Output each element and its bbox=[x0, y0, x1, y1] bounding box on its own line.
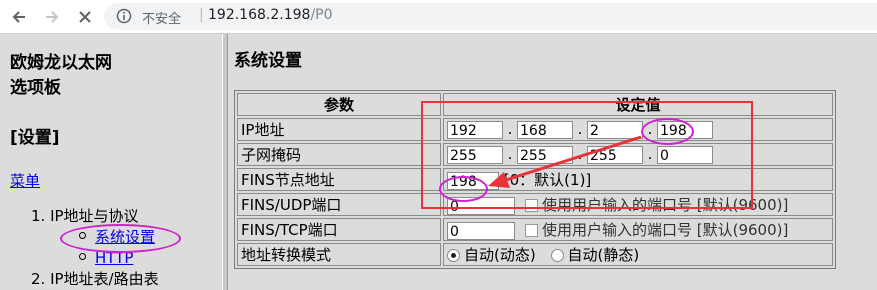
fins-udp-user-port-checkbox[interactable] bbox=[525, 199, 538, 212]
forward-arrow-icon[interactable] bbox=[39, 4, 65, 30]
ip-octet-3-input[interactable]: 2 bbox=[587, 120, 643, 139]
fins-tcp-label: FINS/TCP端口 bbox=[237, 218, 441, 241]
fins-tcp-port-input[interactable]: 0 bbox=[447, 221, 515, 240]
url-host: 192.168.2.198 bbox=[208, 7, 311, 23]
menu-list: 1. IP地址与协议 系统设置 HTTP 2. IP地址表/路由表 bbox=[31, 206, 159, 290]
menu-link[interactable]: 菜单 bbox=[10, 170, 40, 191]
fins-node-value-cell: 198 [0：默认(1)] bbox=[443, 168, 833, 191]
url-path: /P0 bbox=[310, 7, 333, 23]
fins-tcp-value-cell: 0 使用用户输入的端口号 [默认(9600)] bbox=[443, 218, 833, 241]
panel-title: 欧姆龙以太网 选项板 bbox=[10, 51, 210, 101]
addr-mode-dynamic-radio[interactable] bbox=[447, 249, 460, 262]
back-arrow-icon[interactable] bbox=[6, 4, 32, 30]
addr-mode-static-label: 自动(静态) bbox=[567, 246, 640, 264]
addr-mode-dynamic-label: 自动(动态) bbox=[464, 246, 536, 264]
dot-separator: . bbox=[647, 120, 653, 139]
fins-node-hint: [0：默认(1)] bbox=[503, 171, 592, 189]
info-icon[interactable] bbox=[116, 8, 132, 28]
bullet-icon bbox=[79, 232, 86, 239]
ip-octet-1-input[interactable]: 192 bbox=[447, 120, 503, 139]
stop-loading-icon[interactable] bbox=[72, 4, 98, 30]
ip-octet-4-input[interactable]: 198 bbox=[657, 120, 713, 139]
header-param: 参数 bbox=[237, 93, 441, 116]
url-text: 192.168.2.198/P0 bbox=[208, 7, 333, 23]
fins-udp-checkbox-label: 使用用户输入的端口号 [默认(9600)] bbox=[542, 196, 789, 214]
fins-udp-label: FINS/UDP端口 bbox=[237, 193, 441, 216]
ip-octet-2-input[interactable]: 168 bbox=[517, 120, 573, 139]
ip-value-cell: 192. 168. 2. 198 bbox=[443, 118, 833, 141]
fins-udp-port-input[interactable]: 0 bbox=[447, 196, 515, 215]
settings-table: 参数 设定值 IP地址 192. 168. 2. 198 子网掩码 255. 255. 2… bbox=[234, 90, 836, 269]
panel-title-line1: 欧姆龙以太网 bbox=[10, 53, 112, 73]
menu-item-ip-table: 2. IP地址表/路由表 bbox=[31, 270, 159, 288]
ip-label: IP地址 bbox=[237, 118, 441, 141]
dot-separator: . bbox=[507, 145, 513, 164]
subnet-octet-4-input[interactable]: 0 bbox=[657, 145, 713, 164]
subnet-octet-1-input[interactable]: 255 bbox=[447, 145, 503, 164]
subnet-label: 子网掩码 bbox=[237, 143, 441, 166]
dot-separator: . bbox=[507, 120, 513, 139]
fins-node-input[interactable]: 198 bbox=[447, 171, 499, 190]
fins-tcp-checkbox-label: 使用用户输入的端口号 [默认(9600)] bbox=[542, 221, 789, 239]
table-row: IP地址 192. 168. 2. 198 bbox=[237, 118, 833, 141]
addr-mode-static-radio[interactable] bbox=[550, 249, 564, 262]
addr-mode-value-cell: 自动(动态) 自动(静态) bbox=[443, 243, 833, 266]
security-label: 不安全 bbox=[142, 12, 182, 27]
main-frame: 系统设置 参数 设定值 IP地址 192. 168. 2. 198 子网掩码 255.… bbox=[228, 34, 877, 290]
settings-heading: [设置] bbox=[10, 128, 60, 148]
table-row: FINS节点地址 198 [0：默认(1)] bbox=[237, 168, 833, 191]
dot-separator: . bbox=[577, 120, 583, 139]
table-row: FINS/TCP端口 0 使用用户输入的端口号 [默认(9600)] bbox=[237, 218, 833, 241]
menu-item-http[interactable]: HTTP bbox=[79, 248, 159, 269]
system-settings-link[interactable]: 系统设置 bbox=[95, 228, 155, 246]
menu-item-system-settings[interactable]: 系统设置 bbox=[79, 227, 159, 248]
subnet-value-cell: 255. 255. 255. 0 bbox=[443, 143, 833, 166]
http-link[interactable]: HTTP bbox=[95, 249, 133, 267]
menu-item-ip-protocol: 1. IP地址与协议 bbox=[31, 207, 139, 225]
address-separator: | bbox=[199, 7, 204, 23]
bullet-icon bbox=[79, 253, 86, 260]
table-row: 地址转换模式 自动(动态) 自动(静态) bbox=[237, 243, 833, 266]
fins-node-label: FINS节点地址 bbox=[237, 168, 441, 191]
dot-separator: . bbox=[647, 145, 653, 164]
page-title: 系统设置 bbox=[234, 51, 302, 71]
fins-tcp-user-port-checkbox[interactable] bbox=[525, 224, 538, 237]
header-value: 设定值 bbox=[443, 93, 833, 116]
table-header-row: 参数 设定值 bbox=[237, 93, 833, 116]
panel-title-line2: 选项板 bbox=[10, 78, 61, 98]
addr-mode-label: 地址转换模式 bbox=[237, 243, 441, 266]
browser-toolbar: 不安全 | 192.168.2.198/P0 bbox=[0, 0, 877, 34]
fins-udp-value-cell: 0 使用用户输入的端口号 [默认(9600)] bbox=[443, 193, 833, 216]
address-bar[interactable]: 不安全 | 192.168.2.198/P0 bbox=[104, 3, 877, 30]
subnet-octet-2-input[interactable]: 255 bbox=[517, 145, 573, 164]
dot-separator: . bbox=[577, 145, 583, 164]
subnet-octet-3-input[interactable]: 255 bbox=[587, 145, 643, 164]
table-row: FINS/UDP端口 0 使用用户输入的端口号 [默认(9600)] bbox=[237, 193, 833, 216]
left-nav-frame: 欧姆龙以太网 选项板 [设置] 菜单 1. IP地址与协议 系统设置 HTTP … bbox=[0, 34, 222, 290]
table-row: 子网掩码 255. 255. 255. 0 bbox=[237, 143, 833, 166]
